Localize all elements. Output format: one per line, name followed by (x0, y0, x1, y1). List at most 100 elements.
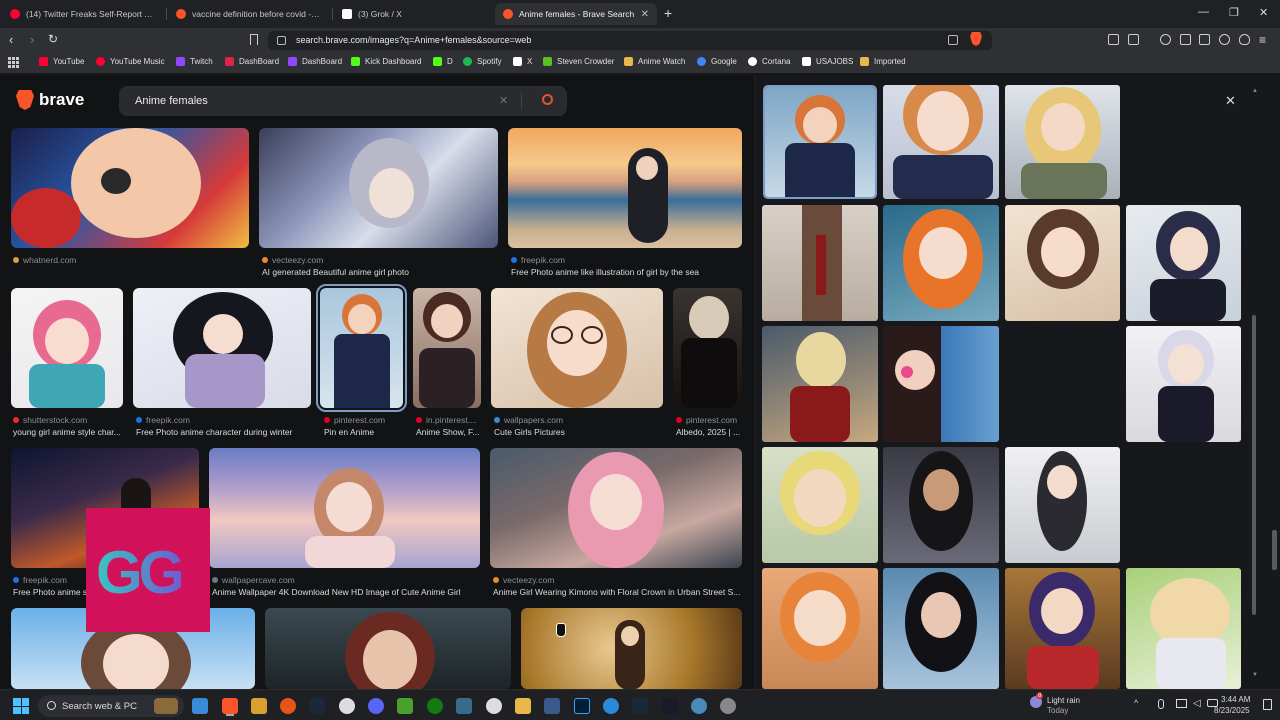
result-image-7[interactable] (413, 288, 481, 408)
sidebar-icon[interactable] (1180, 34, 1191, 45)
network-icon[interactable] (1176, 699, 1187, 708)
media-icon[interactable] (1160, 34, 1171, 45)
result-image-14[interactable] (265, 608, 511, 689)
volume-icon[interactable]: ◁ (1193, 698, 1201, 709)
ea-icon[interactable] (280, 698, 296, 714)
result-caption[interactable]: Anime Girl Wearing Kimono with Floral Cr… (493, 587, 743, 597)
bookmark-anime-watch[interactable]: Anime Watch (624, 57, 685, 66)
microphone-icon[interactable] (1158, 699, 1164, 709)
related-image-12[interactable] (883, 447, 999, 563)
extensions-icon[interactable] (1108, 34, 1119, 45)
tray-chevron-icon[interactable]: ^ (1134, 698, 1138, 708)
related-image-13[interactable] (1005, 447, 1120, 563)
brave-logo[interactable]: brave (16, 90, 84, 110)
related-image-10[interactable] (1126, 326, 1241, 442)
result-caption[interactable]: Free Photo anime character during winter (136, 427, 314, 437)
restore-button[interactable]: ❐ (1229, 6, 1239, 19)
app-icon-6[interactable] (691, 698, 707, 714)
vpn-icon[interactable] (1199, 34, 1210, 45)
clock-date[interactable]: 8/23/2025 (1214, 706, 1250, 715)
result-image-1[interactable] (11, 128, 249, 248)
result-caption[interactable]: AI generated Beautiful anime girl photo (262, 267, 498, 277)
result-caption[interactable]: Free Photo anime like illustration of gi… (511, 267, 743, 277)
bookmark-imported[interactable]: Imported (860, 57, 906, 66)
scrollbar-thumb[interactable] (1252, 315, 1256, 615)
leo-ai-icon[interactable] (1219, 34, 1230, 45)
related-image-16[interactable] (1005, 568, 1120, 689)
brave-taskbar-icon[interactable] (222, 698, 238, 714)
bookmark-usajobs[interactable]: USAJOBS (802, 57, 853, 66)
scroll-down-icon[interactable]: ▼ (1252, 672, 1258, 678)
site-info-icon[interactable] (277, 36, 286, 45)
weather-text[interactable]: Light rain (1047, 696, 1080, 705)
bookmark-youtube[interactable]: YouTube (39, 57, 84, 66)
related-image-9[interactable] (883, 326, 999, 442)
result-caption[interactable]: Anime Show, F... (416, 427, 484, 437)
result-caption[interactable]: Cute Girls Pictures (494, 427, 664, 437)
result-image-6[interactable] (316, 284, 407, 412)
bookmark-cortana[interactable]: Cortana (748, 57, 790, 66)
related-image-8[interactable] (762, 326, 878, 442)
result-image-2[interactable] (259, 128, 498, 248)
task-view-icon[interactable] (192, 698, 208, 714)
result-caption[interactable]: Anime Wallpaper 4K Download New HD Image… (212, 587, 482, 597)
related-image-7[interactable] (1126, 205, 1241, 321)
search-icon[interactable] (542, 94, 553, 105)
bookmark-dashboard-2[interactable]: DashBoard (288, 57, 342, 66)
settings-icon[interactable] (486, 698, 502, 714)
bookmark-google[interactable]: Google (697, 57, 737, 66)
wallet-icon[interactable] (1128, 34, 1139, 45)
obs-icon[interactable] (339, 698, 355, 714)
related-image-6[interactable] (1005, 205, 1120, 321)
bookmark-spotify[interactable]: Spotify (463, 57, 501, 66)
bookmark-twitch[interactable]: Twitch (176, 57, 213, 66)
related-image-2[interactable] (883, 85, 999, 199)
result-source[interactable]: wallpapers.com (494, 415, 563, 425)
result-source[interactable]: vecteezy.com (262, 255, 323, 265)
app-icon[interactable] (251, 698, 267, 714)
result-source[interactable]: vecteezy.com (493, 575, 554, 585)
close-panel-icon[interactable]: ✕ (1225, 93, 1236, 109)
app-icon-4[interactable] (603, 698, 619, 714)
result-source[interactable]: freepik.com (511, 255, 565, 265)
bookmark-kick-dashboard[interactable]: Kick Dashboard (351, 57, 421, 66)
forward-icon[interactable]: › (30, 32, 34, 47)
clear-search-icon[interactable]: ✕ (499, 94, 508, 107)
taskbar-search[interactable]: Search web & PC (38, 695, 184, 717)
discord-icon[interactable] (368, 698, 384, 714)
new-tab-button[interactable]: + (664, 5, 672, 21)
search-query[interactable]: Anime females (135, 95, 208, 107)
related-image-15[interactable] (883, 568, 999, 689)
minimize-button[interactable]: — (1198, 6, 1209, 18)
app-icon-3[interactable] (544, 698, 560, 714)
related-image-14[interactable] (762, 568, 878, 689)
result-caption[interactable]: young girl anime style char... (13, 427, 125, 437)
result-image-4[interactable] (11, 288, 123, 408)
reload-icon[interactable]: ↻ (48, 32, 58, 46)
menu-icon[interactable]: ≡ (1259, 33, 1266, 47)
related-image-11[interactable] (762, 447, 878, 563)
result-source[interactable]: pinterest.com (324, 415, 385, 425)
steam-icon-2[interactable] (632, 698, 648, 714)
tab-anime-females[interactable]: Anime females - Brave Search ✕ (495, 3, 657, 25)
app-icon-2[interactable] (456, 698, 472, 714)
result-source[interactable]: in.pinterest.... (416, 415, 477, 425)
result-image-11[interactable] (209, 448, 480, 568)
bookmark-youtube-music[interactable]: YouTube Music (96, 57, 165, 66)
tab-twitter-freaks[interactable]: (14) Twitter Freaks Self-Report After L (2, 3, 162, 25)
result-image-15[interactable] (521, 608, 742, 689)
close-tab-icon[interactable]: ✕ (641, 9, 649, 20)
result-caption[interactable]: Pin en Anime (324, 427, 404, 437)
result-image-8[interactable] (491, 288, 663, 408)
tab-grok[interactable]: (3) Grok / X (334, 3, 494, 25)
file-explorer-icon[interactable] (515, 698, 531, 714)
app-icon-7[interactable] (720, 698, 736, 714)
tab-vaccine-definition[interactable]: vaccine definition before covid - Brav (168, 3, 328, 25)
notifications-icon[interactable] (1263, 699, 1272, 710)
result-source[interactable]: freepik.com (13, 575, 67, 585)
related-image-4[interactable] (762, 205, 878, 321)
bookmark-x[interactable]: X (513, 57, 532, 66)
bookmark-dashboard[interactable]: DashBoard (225, 57, 279, 66)
address-bar[interactable]: search.brave.com/images?q=Anime+females&… (268, 31, 992, 50)
related-image-5[interactable] (883, 205, 999, 321)
